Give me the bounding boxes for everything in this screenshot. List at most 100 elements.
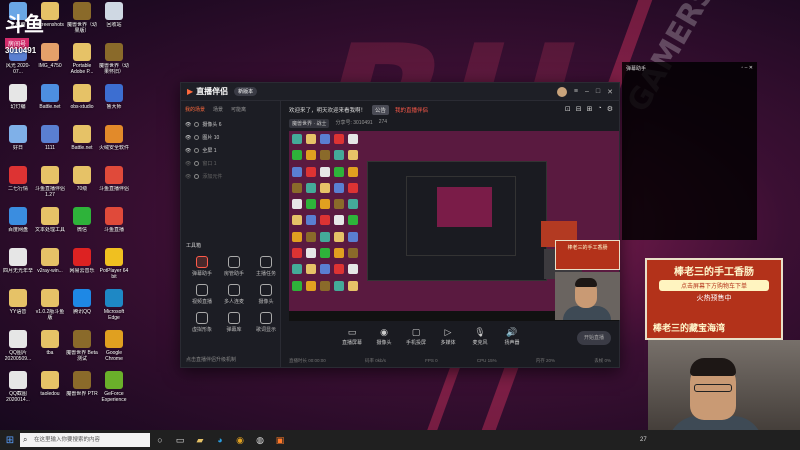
desktop-icon[interactable]: Portable Adobe P...	[66, 43, 98, 75]
scene-item[interactable]: 👁 摄像头 6	[181, 118, 280, 131]
cortana-icon[interactable]: ○	[150, 435, 170, 445]
tool-button[interactable]: 弹幕库	[219, 312, 249, 333]
desktop-icon[interactable]: taoledou	[34, 371, 66, 403]
desktop-icon[interactable]: v2ray-win...	[34, 248, 66, 280]
tool-button[interactable]: 多人连麦	[219, 284, 249, 305]
bell-icon[interactable]: ◔	[597, 105, 601, 113]
version-badge[interactable]: 新版本	[234, 87, 258, 96]
notice-tag[interactable]: 公告	[372, 105, 390, 115]
desktop-icon[interactable]: 四月无光年辛	[2, 248, 34, 280]
tool-button[interactable]: 房管助手	[219, 256, 249, 277]
go-live-button[interactable]: 开始直播	[577, 331, 611, 345]
tool-button[interactable]: 主播任务	[251, 256, 281, 277]
douyu-app-icon[interactable]: ▣	[270, 435, 290, 446]
panel-controls-icon[interactable]: ▫ – ✕	[741, 65, 753, 72]
task-view-icon[interactable]: ▭	[170, 435, 190, 446]
scene-item[interactable]: 👁 图片 10	[181, 131, 280, 144]
desktop-icon[interactable]: 百度网盘	[2, 207, 34, 239]
desktop-icon[interactable]: 70级	[66, 166, 98, 198]
scene-item[interactable]: 👁 全屏 1	[181, 144, 280, 157]
desktop-icon[interactable]: 文本处理工具	[34, 207, 66, 239]
maximize-icon[interactable]: □	[596, 88, 600, 95]
tool-button[interactable]: 弹幕助手	[187, 256, 217, 277]
tool-button[interactable]: 摄像头	[251, 284, 281, 305]
windows-start-icon[interactable]: ⊞	[0, 435, 20, 446]
notice-red[interactable]: 我的直播伴侣	[395, 106, 428, 114]
visibility-icon[interactable]: 👁	[185, 174, 191, 180]
toolbar-button[interactable]: ▭ 直播屏幕	[341, 327, 363, 346]
tool-button[interactable]: 歌词显示	[251, 312, 281, 333]
desktop-icon[interactable]: v1.0.2版斗鱼版	[34, 289, 66, 321]
obs-icon[interactable]: ◍	[250, 435, 270, 446]
lock-icon[interactable]	[194, 161, 200, 166]
visibility-icon[interactable]: 👁	[185, 122, 191, 128]
desktop-icon[interactable]: QQ图片 20200509...	[2, 330, 34, 362]
toolbar-button[interactable]: ▢ 手机投屏	[405, 327, 427, 346]
toolbar-button[interactable]: 🔊 扬声器	[501, 327, 523, 346]
toolbar-button[interactable]: ◉ 摄像头	[373, 327, 395, 346]
desktop-icon[interactable]: 魔兽世界 Beta测试	[66, 330, 98, 362]
desktop-icon[interactable]: 好日	[2, 125, 34, 157]
desktop-icon[interactable]: 斗鱼直播伴侣 1.27	[34, 166, 66, 198]
desktop-icon[interactable]: tba	[34, 330, 66, 362]
desktop-icon[interactable]: 网易云音乐	[66, 248, 98, 280]
tool-button[interactable]: 虚拟形象	[187, 312, 217, 333]
minimize-icon[interactable]: –	[585, 88, 589, 95]
desktop-icon[interactable]: obs-studio	[66, 84, 98, 116]
lock-icon[interactable]	[194, 135, 200, 140]
visibility-icon[interactable]: 👁	[185, 135, 191, 141]
desktop-icon[interactable]: 二七行情	[2, 166, 34, 198]
chrome-icon[interactable]: ◉	[230, 435, 250, 446]
scene-item[interactable]: 👁 窗口 1	[181, 157, 280, 170]
desktop-icon[interactable]: 斗鱼直播伴侣	[98, 166, 130, 198]
lock-icon[interactable]	[194, 174, 200, 179]
desktop-icon[interactable]: Battle.net	[34, 84, 66, 116]
stream-category[interactable]: 魔兽世界 · 战士	[289, 119, 330, 128]
edge-icon[interactable]: ◕	[210, 435, 230, 445]
settings-icon[interactable]: ⚙	[607, 105, 613, 113]
desktop-icon[interactable]: 鲁大师	[98, 84, 130, 116]
desktop-icon[interactable]: QQ截图 2020014...	[2, 371, 34, 403]
desktop-icon[interactable]: PotPlayer 64 bit	[98, 248, 130, 280]
scene-label: 窗口 1	[202, 161, 217, 167]
desktop-icon[interactable]: IMG_4750	[34, 43, 66, 75]
preview-desktop-icon	[334, 264, 344, 275]
desktop-icon[interactable]: 火绒安全软件	[98, 125, 130, 157]
sidebar-tab[interactable]: 我的场景	[185, 106, 205, 113]
lock-icon[interactable]	[194, 148, 200, 153]
desktop-icon[interactable]: Google Chrome	[98, 330, 130, 362]
toolbar-button[interactable]: ▷ 多媒体	[437, 327, 459, 346]
visibility-icon[interactable]: 👁	[185, 161, 191, 167]
lock-icon[interactable]	[194, 122, 200, 127]
desktop-icon[interactable]: YY语音	[2, 289, 34, 321]
desktop-icon[interactable]: 幻灯编	[2, 84, 34, 116]
desktop-icon[interactable]: 魔兽世界 PTR	[66, 371, 98, 403]
toolbar-icon: ▷	[444, 327, 452, 337]
visibility-icon[interactable]: 👁	[185, 148, 191, 154]
weather-temp[interactable]: 27	[640, 437, 647, 443]
desktop-icon[interactable]: 魔兽世界（幼果版）	[66, 2, 98, 34]
desktop-icon[interactable]: 魔兽世界（幼果怀旧）	[98, 43, 130, 75]
lock-icon[interactable]: ⊟	[576, 105, 582, 113]
desktop-icon[interactable]: 微信	[66, 207, 98, 239]
desktop-icon[interactable]: Battle.net	[66, 125, 98, 157]
tool-button[interactable]: 视频直播	[187, 284, 217, 305]
desktop-icon[interactable]: 斗鱼直播	[98, 207, 130, 239]
explorer-icon[interactable]: ▰	[190, 435, 210, 446]
menu-icon[interactable]: ≡	[574, 88, 578, 95]
sidebar-tab[interactable]: 场景	[213, 106, 223, 113]
user-avatar[interactable]	[556, 86, 567, 97]
share-icon[interactable]: ⊞	[587, 105, 593, 113]
toolbar-button[interactable]: 🎙 麦克风	[469, 327, 491, 346]
gift-icon[interactable]: ⊡	[565, 105, 571, 113]
sidebar-tab[interactable]: 可能离	[231, 106, 246, 113]
desktop-icon[interactable]: Microsoft Edge	[98, 289, 130, 321]
desktop-icon[interactable]: 1111	[34, 125, 66, 157]
desktop-icon[interactable]: GeForce Experience	[98, 371, 130, 403]
desktop-icon[interactable]: 回收站	[98, 2, 130, 34]
close-icon[interactable]: ✕	[607, 88, 613, 96]
desktop-icon[interactable]: 腾讯QQ	[66, 289, 98, 321]
scene-item[interactable]: 👁 添加元件	[181, 170, 280, 183]
taskbar-search-input[interactable]: 在这里输入你要搜索的内容	[20, 433, 150, 447]
sidebar-note[interactable]: 点击直播伴侣升级机制	[186, 356, 236, 363]
